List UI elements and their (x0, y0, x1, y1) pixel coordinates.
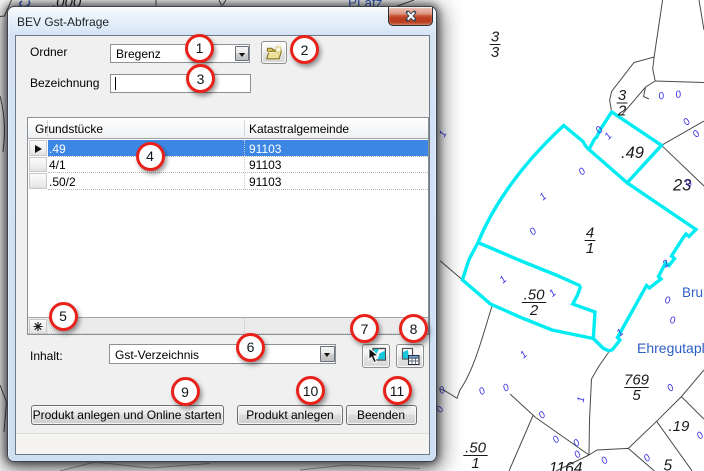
callout-4: 4 (136, 142, 165, 171)
svg-text:3: 3 (491, 44, 500, 61)
table-row[interactable]: .50/2 91103 (28, 173, 428, 190)
ordner-combobox[interactable]: Bregenz (110, 44, 250, 63)
column-separator (244, 140, 245, 190)
callout-6: 6 (236, 333, 265, 362)
row-separator (48, 189, 428, 190)
cell-grundstueck[interactable]: .49 (49, 142, 66, 156)
screenshot-stage: .000PLatz.4923BrunnenEhregutaplatz.19116… (0, 0, 704, 471)
svg-text:1: 1 (586, 240, 594, 257)
column-header-grundstuecke[interactable]: Grundstücke (35, 122, 103, 136)
svg-text:2: 2 (529, 302, 539, 319)
svg-text:.50: .50 (465, 440, 487, 457)
svg-text:.50: .50 (524, 287, 546, 304)
callout-10: 10 (296, 376, 325, 405)
bezeichnung-label: Bezeichnung (30, 76, 99, 90)
window-title: BEV Gst-Abfrage (17, 15, 109, 29)
row-header[interactable] (29, 157, 47, 173)
svg-text:1164: 1164 (549, 460, 583, 471)
select-parcel-on-map-icon (366, 347, 386, 365)
produkt-anlegen-online-button[interactable]: Produkt anlegen und Online starten (31, 405, 224, 425)
svg-text:.19: .19 (669, 418, 691, 435)
svg-text:0: 0 (665, 296, 671, 307)
ordner-label: Ordner (30, 45, 67, 59)
new-row-marker (29, 319, 47, 334)
svg-text:.49: .49 (621, 144, 644, 162)
inhalt-combobox-dropdown-icon[interactable] (320, 346, 335, 362)
svg-text:Ehregutaplatz: Ehregutaplatz (637, 340, 704, 356)
close-icon (389, 7, 432, 25)
inhalt-combobox[interactable]: Gst-Verzeichnis (109, 344, 336, 364)
svg-text:769: 769 (624, 372, 650, 389)
svg-text:3: 3 (618, 87, 627, 104)
bezeichnung-input[interactable] (110, 74, 251, 93)
callout-11: 11 (383, 376, 412, 405)
table-row[interactable]: 4/1 91103 (28, 157, 428, 174)
svg-text:Brunnen: Brunnen (682, 285, 704, 300)
ordner-combobox-dropdown-icon[interactable] (235, 46, 249, 61)
svg-text:5: 5 (664, 458, 673, 471)
close-window-button[interactable] (388, 7, 433, 26)
selection-band (48, 140, 428, 156)
svg-text:2: 2 (617, 103, 627, 120)
beenden-button[interactable]: Beenden (346, 405, 417, 425)
inhalt-combobox-value: Gst-Verzeichnis (115, 348, 199, 362)
column-header-katastralgemeinde[interactable]: Katastralgemeinde (249, 122, 349, 136)
cell-grundstueck[interactable]: .50/2 (49, 175, 76, 189)
folder-open-icon (265, 45, 283, 61)
new-row-asterisk-icon (30, 320, 46, 333)
ordner-combobox-value: Bregenz (116, 47, 161, 61)
text-caret (115, 77, 116, 90)
row-header[interactable] (29, 140, 47, 156)
callout-3: 3 (186, 64, 215, 93)
callout-7: 7 (350, 314, 379, 343)
callout-9: 9 (171, 377, 200, 406)
header-separator (244, 120, 245, 136)
dialog-footer-strip (16, 433, 429, 454)
callout-5: 5 (49, 302, 78, 331)
callout-8: 8 (399, 314, 428, 343)
cell-katastralgemeinde[interactable]: 91103 (249, 142, 281, 156)
svg-text:1: 1 (471, 455, 479, 471)
produkt-anlegen-button[interactable]: Produkt anlegen (237, 405, 343, 425)
select-parcel-on-map-button[interactable] (362, 344, 390, 368)
cell-katastralgemeinde[interactable]: 91103 (249, 158, 281, 172)
svg-text:4: 4 (586, 225, 594, 242)
row-header[interactable] (29, 173, 47, 189)
column-separator (244, 318, 245, 333)
callout-1: 1 (185, 34, 214, 63)
svg-text:5: 5 (632, 387, 641, 404)
svg-text:0: 0 (670, 316, 676, 327)
cell-katastralgemeinde[interactable]: 91103 (249, 175, 281, 189)
parcel-to-table-button[interactable] (396, 344, 424, 368)
table-row[interactable]: .49 91103 (28, 140, 428, 157)
current-row-arrow-icon (35, 145, 42, 153)
cell-grundstueck[interactable]: 4/1 (49, 158, 66, 172)
browse-folder-button[interactable] (261, 41, 287, 64)
parcel-table-header: Grundstücke Katastralgemeinde (28, 118, 428, 139)
parcel-to-table-icon (400, 347, 420, 366)
svg-text:3: 3 (491, 29, 500, 46)
inhalt-label: Inhalt: (30, 349, 63, 363)
callout-2: 2 (290, 35, 319, 64)
parcel-table[interactable]: Grundstücke Katastralgemeinde .49911034/… (27, 117, 429, 335)
